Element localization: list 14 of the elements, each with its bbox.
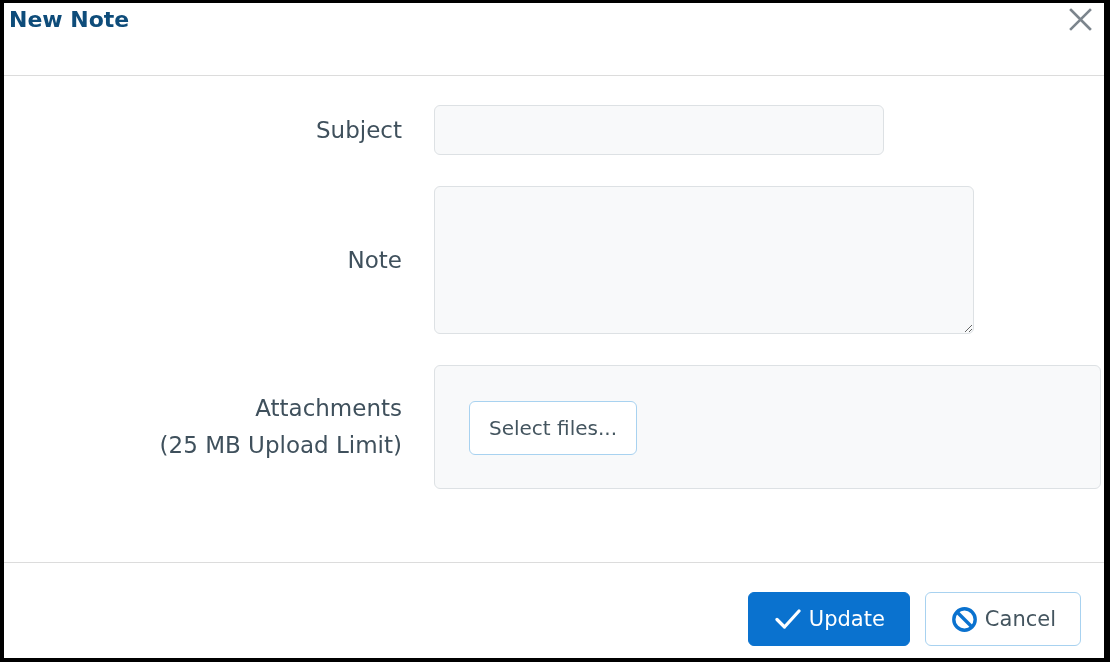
subject-input[interactable] [434, 105, 884, 155]
update-button[interactable]: Update [747, 592, 910, 646]
field-label: Note [347, 245, 402, 275]
cancel-button[interactable]: Cancel [924, 592, 1081, 646]
check-icon [774, 609, 801, 629]
upload-limit-note: (25 MB Upload Limit) [159, 431, 402, 460]
field-label: Attachments [255, 394, 402, 423]
field-label: Subject [316, 115, 402, 145]
select-files-button[interactable]: Select files... [469, 401, 637, 455]
ban-icon [951, 606, 977, 632]
dialog-title: New Note [9, 6, 130, 34]
close-icon[interactable] [1069, 8, 1092, 31]
attachments-drop-zone[interactable]: Select files... [434, 365, 1101, 489]
note-textarea[interactable] [434, 186, 974, 334]
